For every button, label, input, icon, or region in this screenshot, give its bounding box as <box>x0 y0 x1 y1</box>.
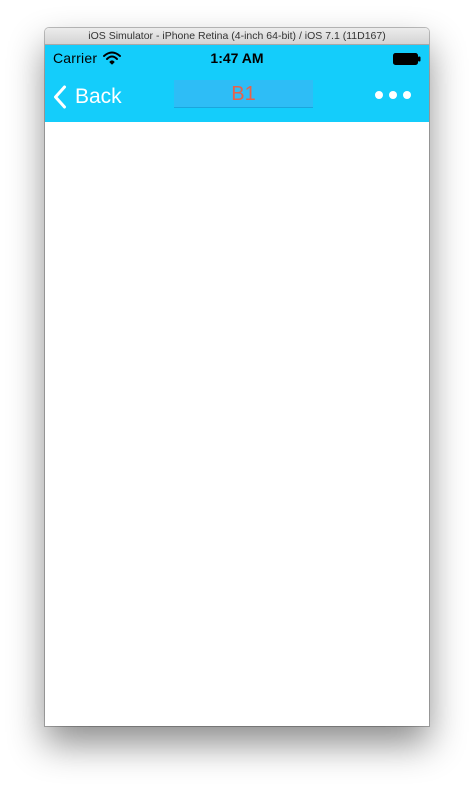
simulator-window-title: iOS Simulator - iPhone Retina (4-inch 64… <box>88 30 386 42</box>
device-screen: Carrier 1:47 AM Back B1 <box>45 45 429 726</box>
back-button-label: Back <box>75 85 122 108</box>
simulator-title-bar[interactable]: iOS Simulator - iPhone Retina (4-inch 64… <box>45 28 429 45</box>
simulator-window: iOS Simulator - iPhone Retina (4-inch 64… <box>45 28 429 726</box>
more-dot <box>403 91 411 99</box>
content-area <box>45 122 429 726</box>
battery-icon <box>393 53 421 65</box>
status-bar: Carrier 1:47 AM <box>45 45 429 71</box>
navigation-bar: Carrier 1:47 AM Back B1 <box>45 45 429 122</box>
title-button-label: B1 <box>231 83 256 105</box>
more-dot <box>389 91 397 99</box>
more-dot <box>375 91 383 99</box>
back-button[interactable]: Back <box>53 83 122 111</box>
title-button[interactable]: B1 <box>174 80 313 108</box>
more-dots-icon[interactable] <box>375 89 411 101</box>
desktop-background: iOS Simulator - iPhone Retina (4-inch 64… <box>0 0 474 788</box>
chevron-left-icon <box>54 85 66 109</box>
clock-label: 1:47 AM <box>210 50 264 66</box>
